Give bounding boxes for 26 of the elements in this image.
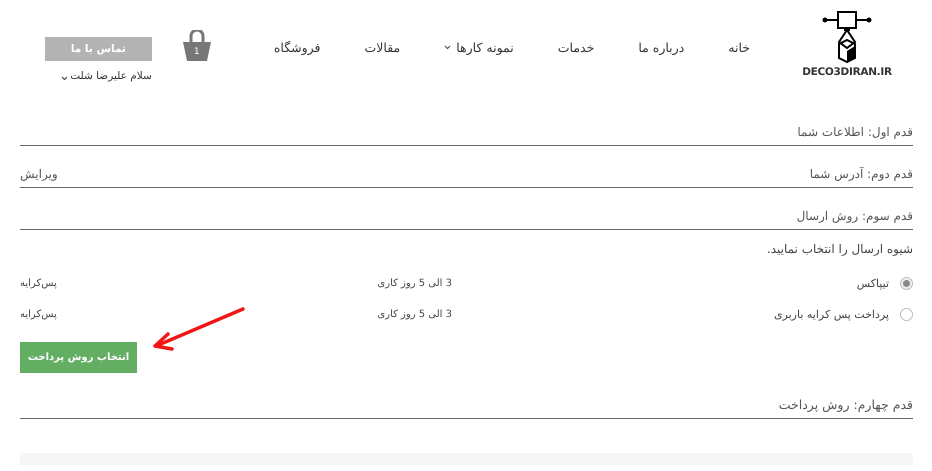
- shipping-cost: پس‌کرایه: [20, 309, 57, 320]
- logo-text: DECO3DIRAN.IR: [802, 66, 892, 78]
- shipping-method: پرداخت پس کرایه باربری: [774, 308, 889, 321]
- caret-icon[interactable]: [444, 45, 452, 50]
- shipping-cost: پس‌کرایه: [20, 278, 57, 289]
- shipping-prompt: شیوه ارسال را انتخاب نمایید.: [766, 242, 913, 256]
- nav-link[interactable]: نمونه کارها: [422, 40, 536, 55]
- delivery-time: 3 الی 5 روز کاری: [377, 309, 452, 320]
- nav-link[interactable]: مقالات: [342, 40, 422, 55]
- cart-count: 1: [194, 47, 200, 57]
- step-title: قدم دوم: آدرس شما: [810, 167, 913, 181]
- step-title: قدم سوم: روش ارسال: [796, 209, 913, 223]
- nav-link[interactable]: درباره ما: [616, 40, 706, 55]
- radio-button[interactable]: [900, 277, 913, 290]
- caret-icon[interactable]: [61, 76, 68, 81]
- logo-icon: [822, 10, 872, 64]
- user-greeting[interactable]: سلام علیرضا شلت: [70, 70, 152, 82]
- nav-link[interactable]: خانه: [706, 40, 772, 55]
- nav-link[interactable]: خدمات: [536, 40, 616, 55]
- step-title: قدم اول: اطلاعات شما: [797, 125, 913, 139]
- radio-button[interactable]: [900, 308, 913, 321]
- shipping-method: تیپاکس: [856, 277, 889, 290]
- nav-link[interactable]: فروشگاه: [252, 40, 342, 55]
- step-title: قدم چهارم: روش پرداخت: [778, 397, 913, 412]
- edit-link[interactable]: ویرایش: [20, 167, 58, 181]
- delivery-time: 3 الی 5 روز کاری: [377, 278, 452, 289]
